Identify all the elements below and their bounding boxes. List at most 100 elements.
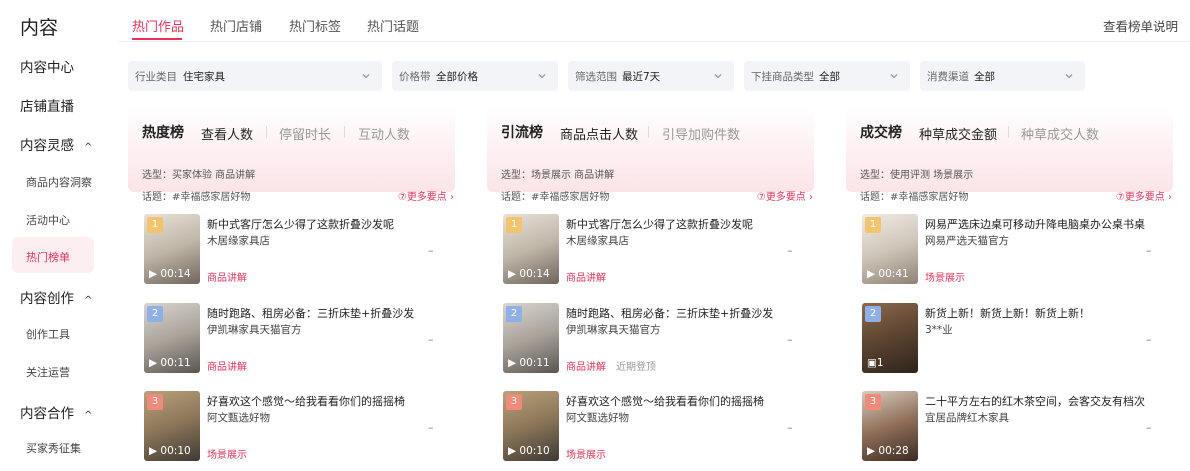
- sidebar-item-label: 内容创作: [20, 291, 74, 307]
- tab-hot-tags[interactable]: 热门标签: [289, 16, 341, 35]
- list-item[interactable]: 3 ▶ 00:10 好喜欢这个感觉～给我看看你们的摇摇椅 阿文甄选好物 场景展示…: [144, 391, 455, 461]
- sidebar: 内容 内容中心 店铺直播 内容灵感 ^ 商品内容洞察 活动中心 热门榜单 内容创作…: [0, 0, 104, 471]
- filter-time-range[interactable]: 筛选范围 最近7天: [568, 61, 734, 91]
- rank-badge: 3: [506, 394, 522, 410]
- list-item[interactable]: 2 ▣1 新货上新！新货上新！新货上新！ 3**业 –: [862, 303, 1173, 373]
- image-count: ▣1: [867, 357, 884, 369]
- sidebar-item-buyer-show[interactable]: 买家秀征集: [26, 440, 104, 456]
- video-thumbnail[interactable]: 3 ▶ 00:10: [503, 391, 559, 461]
- panel-heat-rank: 热度榜 查看人数 停留时长 互动人数 选型：买家体验 商品讲解 话题：#幸福感家…: [128, 106, 468, 471]
- item-title[interactable]: 好喜欢这个感觉～给我看看你们的摇摇椅: [207, 393, 405, 409]
- rank-badge: 2: [147, 306, 163, 322]
- more-points-link[interactable]: ⑦更多要点 ›: [398, 188, 454, 203]
- sidebar-item-store-live[interactable]: 店铺直播: [20, 95, 104, 115]
- video-thumbnail[interactable]: 1 ▶ 00:14: [144, 214, 200, 284]
- sidebar-item-activity-center[interactable]: 活动中心: [26, 212, 104, 228]
- filter-price-band[interactable]: 价格带 全部价格: [392, 61, 558, 91]
- list-item[interactable]: 2 ▶ 00:11 随时跑路、租房必备：三折床垫+折叠沙发 伊凯琳家具天猫官方 …: [503, 303, 814, 373]
- sidebar-item-follower-ops[interactable]: 关注运营: [26, 364, 104, 380]
- list-item[interactable]: 3 ▶ 00:10 好喜欢这个感觉～给我看看你们的摇摇椅 阿文甄选好物 场景展示…: [503, 391, 814, 461]
- video-thumbnail[interactable]: 1 ▶ 00:41: [862, 214, 918, 284]
- tab-interaction-count[interactable]: 互动人数: [358, 124, 410, 143]
- item-shop: 阿文甄选好物: [207, 412, 270, 424]
- chevron-up-icon: ^: [84, 295, 93, 306]
- list-item[interactable]: 3 ▶ 00:28 二十平方左右的红木茶空间，会客交友有档次 宜居品牌红木家具 …: [862, 391, 1173, 461]
- sidebar-item-creation-tools[interactable]: 创作工具: [26, 326, 104, 342]
- play-icon: ▶: [149, 268, 158, 280]
- filter-value: 最近7天: [622, 71, 661, 83]
- video-duration: ▶ 00:41: [867, 268, 909, 280]
- sidebar-item-product-insight[interactable]: 商品内容洞察: [26, 174, 104, 190]
- filter-industry[interactable]: 行业类目 住宅家具: [128, 61, 382, 91]
- item-title[interactable]: 新中式客厅怎么少得了这款折叠沙发呢: [207, 216, 394, 232]
- filter-product-type[interactable]: 下挂商品类型 全部: [744, 61, 910, 91]
- top-tab-bar: 热门作品 热门店铺 热门标签 热门话题 查看榜单说明: [118, 0, 1190, 42]
- video-duration: ▶ 00:14: [508, 268, 550, 280]
- item-title[interactable]: 随时跑路、租房必备：三折床垫+折叠沙发: [207, 305, 414, 321]
- tab-add-to-cart[interactable]: 引导加购件数: [662, 124, 740, 143]
- sidebar-item-content-cooperation[interactable]: 内容合作 ^: [20, 402, 104, 422]
- item-title[interactable]: 好喜欢这个感觉～给我看看你们的摇摇椅: [566, 393, 764, 409]
- video-thumbnail[interactable]: 1 ▶ 00:14: [503, 214, 559, 284]
- item-tag: 商品讲解: [566, 362, 606, 373]
- chevron-down-icon: [714, 74, 722, 79]
- item-title[interactable]: 网易严选床边桌可移动升降电脑桌办公桌书桌: [925, 216, 1145, 232]
- item-shop: 3**业: [925, 324, 953, 336]
- item-title[interactable]: 新货上新！新货上新！新货上新！: [925, 305, 1090, 321]
- sidebar-item-content-center[interactable]: 内容中心: [20, 56, 104, 76]
- more-points-link[interactable]: ⑦更多要点 ›: [757, 188, 813, 203]
- tab-gmv[interactable]: 种草成交金额: [919, 124, 997, 143]
- list-item[interactable]: 1 ▶ 00:14 新中式客厅怎么少得了这款折叠沙发呢 木居缘家具店 商品讲解 …: [503, 214, 814, 284]
- list-item[interactable]: 2 ▶ 00:11 随时跑路、租房必备：三折床垫+折叠沙发 伊凯琳家具天猫官方 …: [144, 303, 455, 373]
- filter-label: 筛选范围: [575, 71, 617, 83]
- item-shop: 木居缘家具店: [566, 235, 629, 247]
- item-title[interactable]: 二十平方左右的红木茶空间，会客交友有档次: [925, 393, 1145, 409]
- question-icon: ⑦: [1115, 192, 1125, 203]
- sidebar-title: 内容: [20, 17, 59, 39]
- tab-view-count[interactable]: 查看人数: [201, 124, 253, 143]
- panel-traffic-rank: 引流榜 商品点击人数 引导加购件数 选型：场景展示 商品讲解 话题：#幸福感家居…: [487, 106, 827, 471]
- tab-product-clicks[interactable]: 商品点击人数: [560, 124, 638, 143]
- video-duration: ▶ 00:10: [149, 445, 191, 457]
- panel-header: 引流榜 商品点击人数 引导加购件数 选型：场景展示 商品讲解 话题：#幸福感家居…: [487, 106, 814, 203]
- item-value: –: [1146, 421, 1152, 434]
- list-item[interactable]: 1 ▶ 00:41 网易严选床边桌可移动升降电脑桌办公桌书桌 网易严选天猫官方 …: [862, 214, 1173, 284]
- play-icon: ▶: [149, 445, 158, 457]
- tab-hot-stores[interactable]: 热门店铺: [210, 16, 262, 35]
- rank-badge: 3: [865, 394, 881, 410]
- selection-line: 选型：场景展示 商品讲解: [501, 170, 615, 181]
- chevron-down-icon: [890, 74, 898, 79]
- tab-dwell-time[interactable]: 停留时长: [279, 124, 331, 143]
- item-title[interactable]: 新中式客厅怎么少得了这款折叠沙发呢: [566, 216, 753, 232]
- sidebar-item-hot-lists[interactable]: 热门榜单: [26, 249, 104, 265]
- filter-value: 住宅家具: [183, 71, 225, 83]
- item-tag: 场景展示: [566, 450, 606, 461]
- panel-header: 成交榜 种草成交金额 种草成交人数 选型：使用评测 场景展示 话题：#幸福感家居…: [846, 106, 1173, 203]
- sidebar-item-content-creation[interactable]: 内容创作 ^: [20, 287, 104, 307]
- video-thumbnail[interactable]: 2 ▶ 00:11: [503, 303, 559, 373]
- topic-line: 话题：#幸福感家居好物: [860, 192, 969, 203]
- image-thumbnail[interactable]: 2 ▣1: [862, 303, 918, 373]
- filter-label: 下挂商品类型: [751, 71, 814, 83]
- item-title[interactable]: 随时跑路、租房必备：三折床垫+折叠沙发: [566, 305, 773, 321]
- play-icon: ▶: [508, 268, 517, 280]
- play-icon: ▶: [867, 268, 876, 280]
- filter-channel[interactable]: 消费渠道 全部: [920, 61, 1085, 91]
- sidebar-item-label: 活动中心: [26, 214, 70, 227]
- sidebar-item-content-inspiration[interactable]: 内容灵感 ^: [20, 134, 104, 154]
- tab-hot-topics[interactable]: 热门话题: [367, 16, 419, 35]
- item-value: –: [1146, 333, 1152, 346]
- chevron-right-icon: ›: [1168, 192, 1172, 203]
- more-points-link[interactable]: ⑦更多要点 ›: [1116, 188, 1172, 203]
- video-thumbnail[interactable]: 3 ▶ 00:10: [144, 391, 200, 461]
- video-thumbnail[interactable]: 2 ▶ 00:11: [144, 303, 200, 373]
- list-description-link[interactable]: 查看榜单说明: [1103, 16, 1178, 35]
- list-item[interactable]: 1 ▶ 00:14 新中式客厅怎么少得了这款折叠沙发呢 木居缘家具店 商品讲解 …: [144, 214, 455, 284]
- tab-hot-works[interactable]: 热门作品: [132, 16, 184, 35]
- sidebar-item-label: 内容合作: [20, 406, 74, 422]
- video-thumbnail[interactable]: 3 ▶ 00:28: [862, 391, 918, 461]
- filter-label: 消费渠道: [927, 71, 969, 83]
- gallery-icon: ▣: [867, 357, 877, 369]
- tab-buyer-count[interactable]: 种草成交人数: [1021, 124, 1099, 143]
- item-tag: 场景展示: [925, 273, 965, 284]
